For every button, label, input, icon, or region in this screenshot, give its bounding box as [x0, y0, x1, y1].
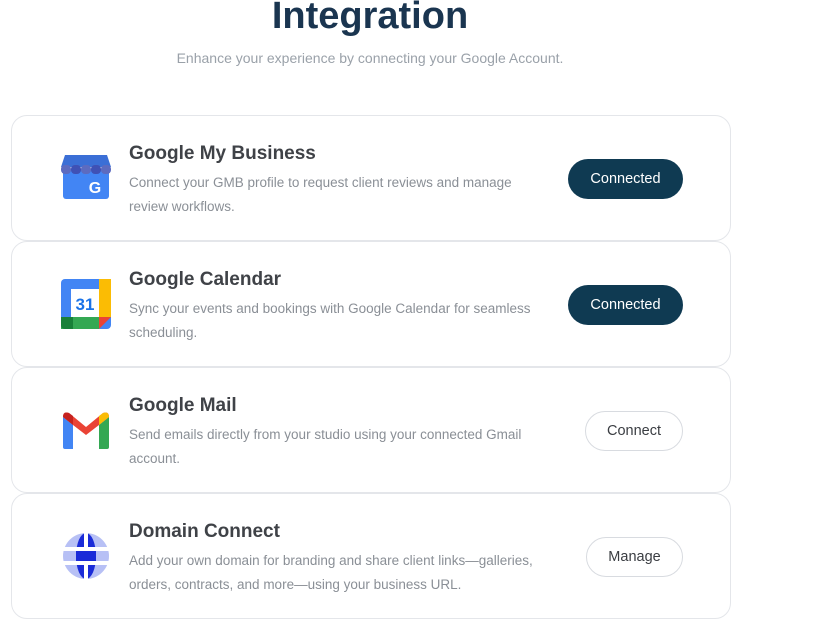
integration-card-domain-connect: Domain Connect Add your own domain for b…: [11, 493, 731, 619]
connect-button[interactable]: Connect: [585, 411, 683, 451]
page-subtitle: Enhance your experience by connecting yo…: [176, 50, 564, 66]
card-description: Sync your events and bookings with Googl…: [129, 301, 531, 340]
calendar-date-text: 31: [76, 295, 95, 314]
connected-button[interactable]: Connected: [568, 285, 683, 325]
card-title: Google My Business: [129, 143, 316, 164]
google-my-business-icon: G: [59, 151, 113, 205]
svg-text:G: G: [89, 180, 101, 197]
card-title: Google Mail: [129, 395, 237, 416]
globe-icon: [59, 529, 113, 583]
card-description: Send emails directly from your studio us…: [129, 427, 522, 466]
card-title: Domain Connect: [129, 521, 280, 542]
card-description: Add your own domain for branding and sha…: [129, 553, 533, 592]
integration-card-google-mail: Google Mail Send emails directly from yo…: [11, 367, 731, 493]
card-description: Connect your GMB profile to request clie…: [129, 175, 512, 214]
connected-button[interactable]: Connected: [568, 159, 683, 199]
card-title: Google Calendar: [129, 269, 282, 290]
integration-card-google-my-business: G Google My Business Connect your GMB pr…: [11, 115, 731, 241]
page-title: Integration: [271, 0, 469, 37]
integration-list: G Google My Business Connect your GMB pr…: [11, 115, 731, 619]
google-calendar-icon: 31: [59, 277, 113, 331]
integration-card-google-calendar: 31 Google Calendar Sync your events and …: [11, 241, 731, 367]
gmail-icon: [59, 403, 113, 457]
manage-button[interactable]: Manage: [586, 537, 683, 577]
